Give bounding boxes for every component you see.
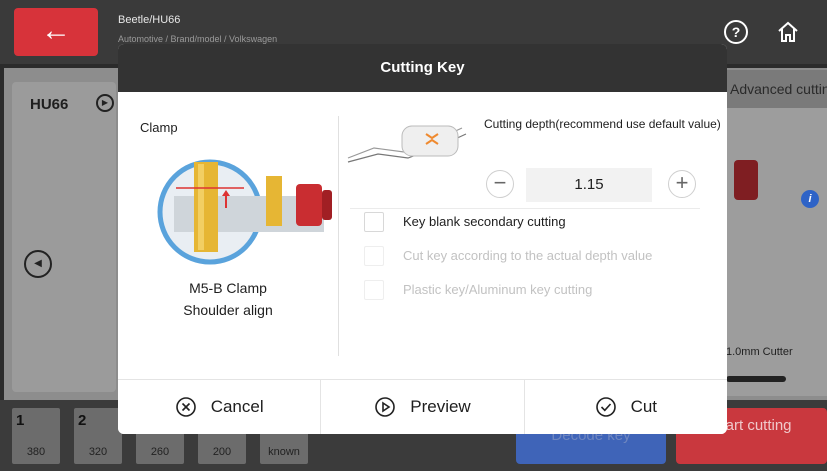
option-label: Key blank secondary cutting [403,214,566,229]
info-icon[interactable]: i [801,190,819,208]
tab-advanced-cutting[interactable]: Advanced cutting [726,70,827,108]
cutter-label: 1.0mm Cutter [726,346,793,358]
depth-tile-value: 320 [88,446,108,458]
key-model-label: HU66 [30,96,69,113]
clamp-alignment: Shoulder align [183,302,273,318]
home-icon[interactable] [776,20,800,44]
check-circle-icon [595,397,616,417]
clamp-section-title: Clamp [140,120,178,135]
cutting-depth-label: Cutting depth(recommend use default valu… [484,117,721,131]
cancel-label: Cancel [210,397,264,416]
depth-tile[interactable]: 1 380 [12,408,60,464]
depth-tile-value: known [268,446,300,458]
depth-tile-value: 380 [26,446,46,458]
depth-tile[interactable]: 2 320 [74,408,122,464]
dialog-footer: Cancel Preview Cut [118,379,727,434]
key-depth-illustration [347,125,467,163]
clamp-name: M5-B Clamp [189,280,267,296]
section-divider [338,116,339,356]
options-divider [350,208,700,209]
depth-tile-value: 200 [212,446,232,458]
breadcrumb-subtitle: Automotive / Brand/model / Volkswagen [118,34,278,44]
play-icon[interactable]: ▶ [96,94,114,112]
cut-button[interactable]: Cut [525,380,727,434]
clamp-illustration [157,159,332,265]
cutter-image [726,376,786,382]
actual-depth-checkbox [364,246,384,266]
previous-arrow-icon[interactable]: ◀ [24,250,52,278]
back-button[interactable]: ← [14,8,98,56]
preview-button[interactable]: Preview [321,380,525,434]
preview-label: Preview [410,397,471,416]
option-label: Plastic key/Aluminum key cutting [403,282,593,297]
plastic-aluminum-checkbox [364,280,384,300]
cancel-button[interactable]: Cancel [118,380,322,434]
cutting-depth-value[interactable]: 1.15 [526,168,652,202]
depth-tile-number: 2 [78,412,87,429]
depth-tile-value: 260 [150,446,170,458]
question-circle-icon[interactable]: ? [724,20,748,44]
arrow-left-icon: ← [41,14,71,47]
decrease-depth-button[interactable]: − [486,170,514,198]
cut-label: Cut [630,397,658,416]
secondary-cutting-checkbox[interactable] [364,212,384,232]
clamp-thumbnail [734,160,758,200]
breadcrumb-title: Beetle/HU66 [118,14,181,26]
option-label: Cut key according to the actual depth va… [403,248,653,263]
increase-depth-button[interactable]: + [668,170,696,198]
key-profile-panel [12,82,116,392]
dialog-title: Cutting Key [118,44,727,92]
cutting-key-dialog: Cutting Key Clamp M5-B Clamp Shoulder al… [118,44,727,434]
depth-tile-number: 1 [16,412,25,429]
close-circle-icon [175,397,196,417]
play-circle-icon [375,397,396,417]
